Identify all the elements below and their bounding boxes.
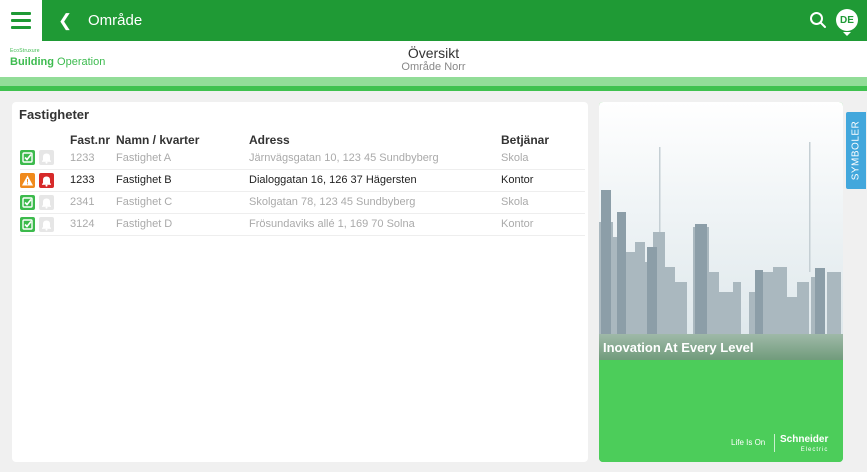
hamburger-menu-icon[interactable] [0,0,42,41]
column-header-nr: Fast.nr [70,132,111,147]
check-icon [20,216,35,232]
alarm-bell-icon [39,172,54,188]
table-row[interactable]: 1233 Fastighet A Järnvägsgatan 10, 123 45 … [20,147,585,170]
property-name: Fastighet D [116,213,249,236]
status-cell [20,169,70,192]
property-address: Järnvägsgatan 10, 123 45 Sundbyberg [249,147,501,170]
warning-icon [20,172,35,188]
property-name: Fastighet C [116,191,249,214]
symbols-side-tab[interactable]: SYMBOLER [846,112,866,189]
status-cell [20,147,70,170]
overview-subtitle: Område Norr [401,61,466,73]
property-serves: Kontor [501,169,585,192]
check-icon [20,194,35,210]
bell-inactive-icon [39,216,54,232]
property-serves: Skola [501,147,585,170]
property-address: Dialoggatan 16, 126 37 Hägersten [249,169,501,192]
check-icon [20,150,35,166]
status-column-header [20,132,70,147]
properties-panel: Fastigheter Fast.nr Namn / kvarter Adres… [12,102,588,462]
schneider-logo: Schneider Electric [780,434,829,454]
logo-separator [774,434,775,452]
bell-inactive-icon [39,194,54,210]
search-icon[interactable] [809,11,827,29]
property-number: 3124 [70,213,116,236]
page-title: Område [88,12,143,29]
sub-header: EcoStruxure Building Operation Översikt … [0,41,867,77]
status-cell [20,191,70,214]
table-header-row: Fast.nr Namn / kvarter Adress Betjänar [20,132,585,147]
top-bar: ❮ Område DE [0,0,867,41]
overview-title: Översikt [407,45,460,61]
property-number: 2341 [70,191,116,214]
back-chevron-icon[interactable]: ❮ [58,11,72,31]
life-is-on-text: Life Is On [731,438,766,447]
property-serves: Skola [501,191,585,214]
user-avatar[interactable]: DE [836,9,858,31]
property-number: 1233 [70,169,116,192]
bell-inactive-icon [39,150,54,166]
advertisement-card: Inovation At Every Level Life Is On Schn… [599,102,843,462]
column-header-name: Namn / kvarter [116,132,200,147]
table-row[interactable]: 3124 Fastighet D Frösundaviks allé 1, 169 … [20,213,585,236]
property-address: Skolgatan 78, 123 45 Sundbyberg [249,191,501,214]
properties-table: Fast.nr Namn / kvarter Adress Betjänar 1… [20,132,585,236]
panel-title: Fastigheter [19,107,90,122]
table-row[interactable]: 2341 Fastighet C Skolgatan 78, 123 45 Sund… [20,191,585,214]
column-header-address: Adress [249,132,290,147]
city-skyline-image [599,142,841,334]
avatar-dropdown-icon[interactable] [843,32,851,36]
status-cell [20,213,70,236]
property-number: 1233 [70,147,116,170]
property-name: Fastighet B [116,169,249,192]
ad-slogan: Inovation At Every Level [603,340,754,355]
symbols-tab-label: SYMBOLER [850,120,862,181]
header-stripe-dark [0,86,867,91]
property-serves: Kontor [501,213,585,236]
header-stripe-light [0,77,867,86]
property-name: Fastighet A [116,147,249,170]
property-address: Frösundaviks allé 1, 169 70 Solna [249,213,501,236]
column-header-serves: Betjänar [501,132,550,147]
table-row[interactable]: 1233 Fastighet B Dialoggatan 16, 126 37 Hä… [20,169,585,192]
